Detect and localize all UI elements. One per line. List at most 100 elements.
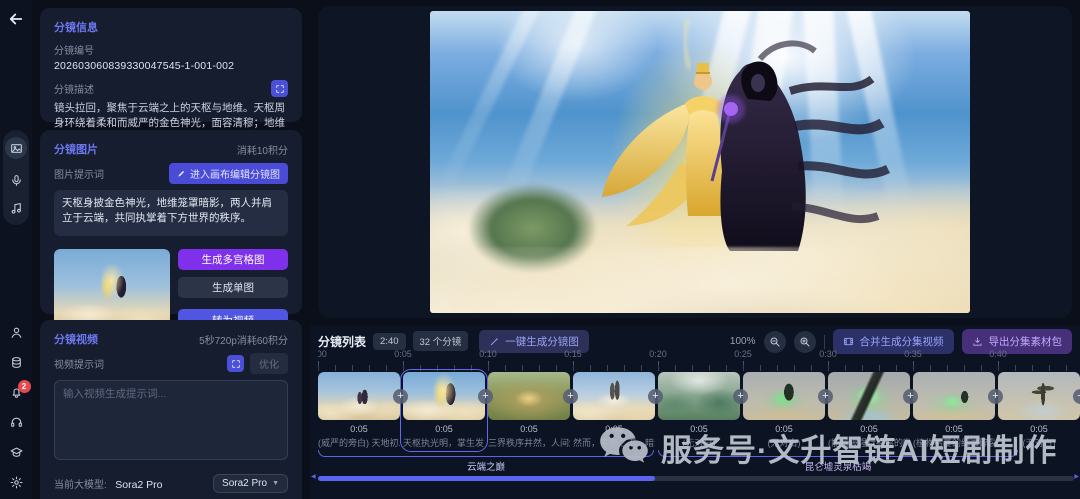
shot-number-label: 分镜编号 [54,46,94,57]
clip-thumbnail[interactable] [913,372,995,420]
scrollbar-thumb[interactable] [318,476,655,481]
expand-video-prompt-button[interactable] [227,355,244,372]
music-icon[interactable] [10,202,23,215]
microphone-icon[interactable] [10,174,23,187]
video-prompt-input[interactable] [54,380,288,460]
generate-grid-button[interactable]: 生成多宫格图 [178,249,288,270]
notifications-button[interactable]: 2 [10,380,31,399]
tab-image-active[interactable] [5,137,27,159]
clip-thumbnail[interactable] [488,372,570,420]
scroll-left-arrow[interactable]: ◀ [311,473,316,480]
image-prompt-input[interactable]: 天枢身披金色神光，地维笼罩暗影，两人并肩立于云端，共同执掌着下方世界的秩序。 [54,190,288,236]
ruler-label: 0:05 [394,349,412,359]
scroll-right-arrow[interactable]: ▶ [1074,473,1079,480]
clip-duration: 0:05 [605,424,623,434]
clip-caption: (无对白) [767,438,801,448]
clip-4[interactable]: +0:05 然而，平衡之下，暗流... [573,372,663,449]
clip-7[interactable]: +0:05 (能量被强行抽离的嘶... [828,372,918,449]
gear-icon[interactable] [10,476,23,489]
shot-image-title: 分镜图片 [54,144,98,156]
left-icon-rail: 2 [0,0,32,499]
clip-1[interactable]: +0:05 (威严的旁白) 天地初... [318,372,408,449]
clip-duration: 0:05 [945,424,963,434]
notification-count-badge: 2 [17,380,31,393]
timeline-ruler[interactable]: 0:00 0:05 0:10 0:15 0:20 0:25 0:30 0:35 0:40 [318,349,1080,360]
generate-single-button[interactable]: 生成单图 [178,277,288,298]
ruler-label: 0:20 [649,349,667,359]
headset-icon[interactable] [10,416,23,429]
add-shot-button[interactable]: + [648,389,663,404]
clip-thumbnail[interactable] [318,372,400,420]
add-shot-button[interactable]: + [733,389,748,404]
shot-desc-label: 分镜描述 [54,85,94,96]
clip-thumbnail[interactable] [403,372,485,420]
video-cost: 5秒720p消耗60积分 [199,335,288,347]
main-canvas-panel [318,6,1072,318]
ruler-label: 0:30 [819,349,837,359]
clip-5[interactable]: +0:05 (无对白) [658,372,748,449]
zoom-level: 100% [729,336,756,347]
clip-thumbnail[interactable] [573,372,655,420]
clip-thumbnail[interactable] [828,372,910,420]
model-select[interactable]: Sora2 Pro ▼ [213,474,288,493]
add-shot-button[interactable]: + [478,389,493,404]
clip-6[interactable]: +0:05 (无对白) [743,372,833,449]
clip-thumbnail[interactable] [743,372,825,420]
media-tools-group [3,130,29,225]
clip-2[interactable]: +0:05 天枢执光明，掌生发；... [400,369,493,452]
clip-duration: 0:05 [435,424,453,434]
shot-preview-image[interactable] [430,11,970,313]
clip-8[interactable]: +0:05 (植物枯萎的细微碎裂... [913,372,1003,449]
ruler-minor-ticks [318,365,1080,371]
add-shot-button[interactable]: + [563,389,578,404]
clip-duration: 0:05 [860,424,878,434]
film-icon [843,337,853,346]
foreground-clouds [430,246,970,313]
download-icon [972,337,982,346]
ruler-label: 0:15 [564,349,582,359]
image-prompt-label: 图片提示词 [54,170,104,181]
divider [823,334,825,349]
shot-image-panel: 分镜图片 消耗10积分 图片提示词 进入画布编辑分镜图 天枢身披金色神光，地维笼… [40,130,302,332]
rail-bottom-group: 2 [0,326,32,489]
clip-9[interactable]: +0:05(无对白) [998,372,1080,449]
ruler-label: 0:00 [318,349,327,359]
clip-duration: 0:05 [775,424,793,434]
magnifier-plus-icon [800,337,809,346]
image-icon [10,142,23,155]
clip-caption: (植物枯萎的细微碎裂... [913,438,995,448]
add-shot-button[interactable]: + [818,389,833,404]
shot-image-thumbnail[interactable] [54,249,170,331]
user-icon[interactable] [10,326,23,339]
clip-3[interactable]: +0:05 三界秩序井然，人间烟... [488,372,578,449]
fullscreen-corners-icon [231,359,240,368]
shot-info-panel: 分镜信息 分镜编号 202603060839330047545-1-001-00… [40,8,302,161]
magic-wand-icon [491,337,499,345]
add-shot-button[interactable]: + [903,389,918,404]
app-window: 2 分镜信息 分镜编号 202603060839330047545-1-001-… [0,0,1080,499]
back-button[interactable] [7,10,25,28]
optimize-button[interactable]: 优化 [250,353,288,374]
clip-caption: 然而，平衡之下，暗流... [573,438,655,448]
image-cost: 消耗10积分 [236,145,288,157]
clip-caption: (无对白) [1022,438,1056,448]
arrow-left-icon [9,13,23,25]
clip-caption: (无对白) [682,438,716,448]
ruler-label: 0:25 [734,349,752,359]
clip-thumbnail[interactable] [658,372,740,420]
pencil-icon [178,170,185,177]
clip-thumbnail[interactable] [998,372,1080,420]
graduation-cap-icon[interactable] [10,446,23,459]
timeline-scrollbar[interactable] [318,476,1074,481]
clip-caption: (能量被强行抽离的嘶... [828,438,910,448]
clip-caption: (威严的旁白) 天地初... [318,438,400,448]
clip-duration: 0:05 [1030,424,1048,434]
add-shot-button[interactable]: + [393,389,408,404]
expand-description-button[interactable] [271,80,288,97]
scene-group-bracket [318,450,654,457]
clip-duration: 0:05 [520,424,538,434]
add-shot-button[interactable]: + [988,389,1003,404]
coins-icon[interactable] [10,356,23,369]
shot-video-panel: 分镜视频 5秒720p消耗60积分 视频提示词 优化 当前大模型: Sora2 … [40,320,302,499]
edit-canvas-button[interactable]: 进入画布编辑分镜图 [169,163,288,184]
